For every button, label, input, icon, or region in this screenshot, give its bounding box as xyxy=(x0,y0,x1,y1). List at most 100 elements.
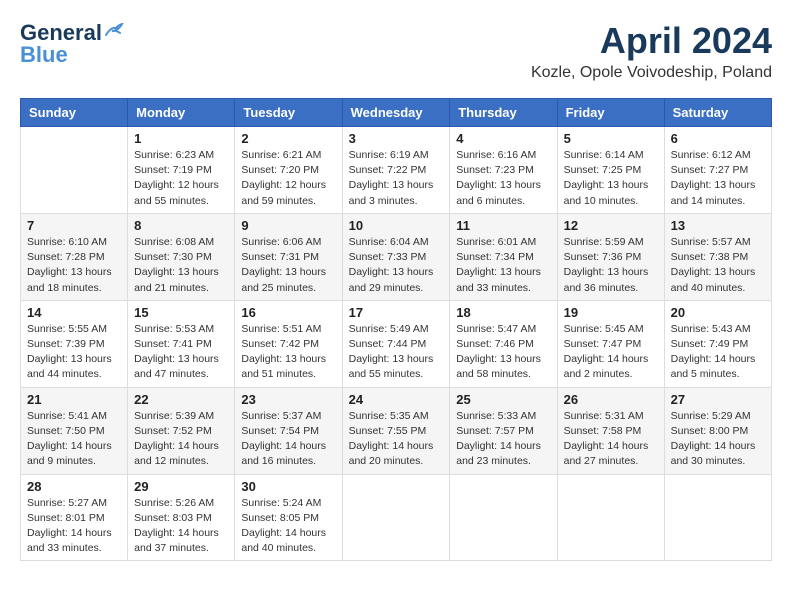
calendar-cell: 19 Sunrise: 5:45 AM Sunset: 7:47 PM Dayli… xyxy=(557,300,664,387)
month-title: April 2024 xyxy=(531,20,772,62)
day-number: 10 xyxy=(349,218,444,233)
day-info: Sunrise: 6:16 AM Sunset: 7:23 PM Dayligh… xyxy=(456,148,550,209)
day-info: Sunrise: 5:53 AM Sunset: 7:41 PM Dayligh… xyxy=(134,322,228,383)
calendar-cell: 4 Sunrise: 6:16 AM Sunset: 7:23 PM Daylig… xyxy=(450,127,557,214)
calendar-cell: 6 Sunrise: 6:12 AM Sunset: 7:27 PM Daylig… xyxy=(664,127,771,214)
col-friday: Friday xyxy=(557,99,664,127)
calendar-cell: 15Sunrise: 5:53 AM Sunset: 7:41 PM Dayli… xyxy=(128,300,235,387)
week-row-1: 1 Sunrise: 6:23 AM Sunset: 7:19 PM Daylig… xyxy=(21,127,772,214)
column-headers: Sunday Monday Tuesday Wednesday Thursday… xyxy=(21,99,772,127)
calendar-cell: 13 Sunrise: 5:57 AM Sunset: 7:38 PM Dayli… xyxy=(664,213,771,300)
calendar-cell: 11 Sunrise: 6:01 AM Sunset: 7:34 PM Dayli… xyxy=(450,213,557,300)
day-number: 3 xyxy=(349,131,444,146)
calendar-cell: 20Sunrise: 5:43 AM Sunset: 7:49 PM Dayli… xyxy=(664,300,771,387)
day-info: Sunrise: 6:04 AM Sunset: 7:33 PM Dayligh… xyxy=(349,235,444,296)
day-info: Sunrise: 5:59 AM Sunset: 7:36 PM Dayligh… xyxy=(564,235,658,296)
calendar-cell: 3 Sunrise: 6:19 AM Sunset: 7:22 PM Daylig… xyxy=(342,127,450,214)
calendar-cell: 25 Sunrise: 5:33 AM Sunset: 7:57 PM Dayli… xyxy=(450,387,557,474)
day-number: 7 xyxy=(27,218,121,233)
day-number: 4 xyxy=(456,131,550,146)
day-info: Sunrise: 5:43 AM Sunset: 7:49 PM Dayligh… xyxy=(671,322,765,383)
day-number: 5 xyxy=(564,131,658,146)
day-number: 21 xyxy=(27,392,121,407)
logo-bird-icon xyxy=(104,23,126,39)
day-number: 1 xyxy=(134,131,228,146)
day-number: 26 xyxy=(564,392,658,407)
day-info: Sunrise: 6:01 AM Sunset: 7:34 PM Dayligh… xyxy=(456,235,550,296)
title-area: April 2024 Kozle, Opole Voivodeship, Pol… xyxy=(531,20,772,82)
calendar-cell: 16 Sunrise: 5:51 AM Sunset: 7:42 PM Dayli… xyxy=(235,300,342,387)
calendar-cell xyxy=(557,474,664,561)
day-number: 9 xyxy=(241,218,335,233)
day-number: 29 xyxy=(134,479,228,494)
calendar-cell: 30 Sunrise: 5:24 AM Sunset: 8:05 PM Dayli… xyxy=(235,474,342,561)
col-wednesday: Wednesday xyxy=(342,99,450,127)
day-number: 14 xyxy=(27,305,121,320)
day-info: Sunrise: 6:06 AM Sunset: 7:31 PM Dayligh… xyxy=(241,235,335,296)
day-number: 18 xyxy=(456,305,550,320)
calendar-cell: 12 Sunrise: 5:59 AM Sunset: 7:36 PM Dayli… xyxy=(557,213,664,300)
col-monday: Monday xyxy=(128,99,235,127)
header: General Blue April 2024 Kozle, Opole Voi… xyxy=(20,20,772,82)
week-row-5: 28 Sunrise: 5:27 AM Sunset: 8:01 PM Dayli… xyxy=(21,474,772,561)
day-info: Sunrise: 5:26 AM Sunset: 8:03 PM Dayligh… xyxy=(134,496,228,557)
day-info: Sunrise: 5:24 AM Sunset: 8:05 PM Dayligh… xyxy=(241,496,335,557)
day-number: 23 xyxy=(241,392,335,407)
day-info: Sunrise: 5:45 AM Sunset: 7:47 PM Dayligh… xyxy=(564,322,658,383)
day-info: Sunrise: 5:35 AM Sunset: 7:55 PM Dayligh… xyxy=(349,409,444,470)
day-info: Sunrise: 6:12 AM Sunset: 7:27 PM Dayligh… xyxy=(671,148,765,209)
calendar-cell xyxy=(450,474,557,561)
calendar-cell: 27 Sunrise: 5:29 AM Sunset: 8:00 PM Dayli… xyxy=(664,387,771,474)
day-info: Sunrise: 5:27 AM Sunset: 8:01 PM Dayligh… xyxy=(27,496,121,557)
day-info: Sunrise: 5:51 AM Sunset: 7:42 PM Dayligh… xyxy=(241,322,335,383)
calendar-cell: 22Sunrise: 5:39 AM Sunset: 7:52 PM Dayli… xyxy=(128,387,235,474)
day-info: Sunrise: 6:19 AM Sunset: 7:22 PM Dayligh… xyxy=(349,148,444,209)
day-number: 8 xyxy=(134,218,228,233)
day-number: 11 xyxy=(456,218,550,233)
calendar-table: Sunday Monday Tuesday Wednesday Thursday… xyxy=(20,98,772,561)
week-row-3: 14 Sunrise: 5:55 AM Sunset: 7:39 PM Dayli… xyxy=(21,300,772,387)
day-number: 2 xyxy=(241,131,335,146)
day-number: 30 xyxy=(241,479,335,494)
calendar-cell: 8 Sunrise: 6:08 AM Sunset: 7:30 PM Daylig… xyxy=(128,213,235,300)
day-info: Sunrise: 5:39 AM Sunset: 7:52 PM Dayligh… xyxy=(134,409,228,470)
day-info: Sunrise: 5:55 AM Sunset: 7:39 PM Dayligh… xyxy=(27,322,121,383)
calendar-cell: 26 Sunrise: 5:31 AM Sunset: 7:58 PM Dayli… xyxy=(557,387,664,474)
day-info: Sunrise: 6:21 AM Sunset: 7:20 PM Dayligh… xyxy=(241,148,335,209)
day-number: 13 xyxy=(671,218,765,233)
day-info: Sunrise: 5:49 AM Sunset: 7:44 PM Dayligh… xyxy=(349,322,444,383)
logo: General Blue xyxy=(20,20,126,68)
calendar-cell: 9 Sunrise: 6:06 AM Sunset: 7:31 PM Daylig… xyxy=(235,213,342,300)
calendar-cell: 17Sunrise: 5:49 AM Sunset: 7:44 PM Dayli… xyxy=(342,300,450,387)
col-sunday: Sunday xyxy=(21,99,128,127)
day-info: Sunrise: 6:08 AM Sunset: 7:30 PM Dayligh… xyxy=(134,235,228,296)
day-number: 19 xyxy=(564,305,658,320)
day-info: Sunrise: 5:37 AM Sunset: 7:54 PM Dayligh… xyxy=(241,409,335,470)
day-info: Sunrise: 5:57 AM Sunset: 7:38 PM Dayligh… xyxy=(671,235,765,296)
day-number: 28 xyxy=(27,479,121,494)
col-saturday: Saturday xyxy=(664,99,771,127)
calendar-cell: 5 Sunrise: 6:14 AM Sunset: 7:25 PM Daylig… xyxy=(557,127,664,214)
calendar-cell: 7 Sunrise: 6:10 AM Sunset: 7:28 PM Daylig… xyxy=(21,213,128,300)
calendar-cell: 24Sunrise: 5:35 AM Sunset: 7:55 PM Dayli… xyxy=(342,387,450,474)
day-number: 12 xyxy=(564,218,658,233)
day-number: 6 xyxy=(671,131,765,146)
day-info: Sunrise: 6:14 AM Sunset: 7:25 PM Dayligh… xyxy=(564,148,658,209)
day-info: Sunrise: 5:31 AM Sunset: 7:58 PM Dayligh… xyxy=(564,409,658,470)
calendar-cell xyxy=(664,474,771,561)
day-info: Sunrise: 5:47 AM Sunset: 7:46 PM Dayligh… xyxy=(456,322,550,383)
calendar-cell: 14 Sunrise: 5:55 AM Sunset: 7:39 PM Dayli… xyxy=(21,300,128,387)
week-row-2: 7 Sunrise: 6:10 AM Sunset: 7:28 PM Daylig… xyxy=(21,213,772,300)
day-number: 16 xyxy=(241,305,335,320)
day-info: Sunrise: 5:29 AM Sunset: 8:00 PM Dayligh… xyxy=(671,409,765,470)
calendar-cell: 28 Sunrise: 5:27 AM Sunset: 8:01 PM Dayli… xyxy=(21,474,128,561)
day-number: 25 xyxy=(456,392,550,407)
calendar-cell: 23 Sunrise: 5:37 AM Sunset: 7:54 PM Dayli… xyxy=(235,387,342,474)
location-title: Kozle, Opole Voivodeship, Poland xyxy=(531,64,772,82)
day-info: Sunrise: 5:33 AM Sunset: 7:57 PM Dayligh… xyxy=(456,409,550,470)
day-info: Sunrise: 6:10 AM Sunset: 7:28 PM Dayligh… xyxy=(27,235,121,296)
col-thursday: Thursday xyxy=(450,99,557,127)
day-number: 27 xyxy=(671,392,765,407)
day-info: Sunrise: 6:23 AM Sunset: 7:19 PM Dayligh… xyxy=(134,148,228,209)
calendar-cell xyxy=(342,474,450,561)
